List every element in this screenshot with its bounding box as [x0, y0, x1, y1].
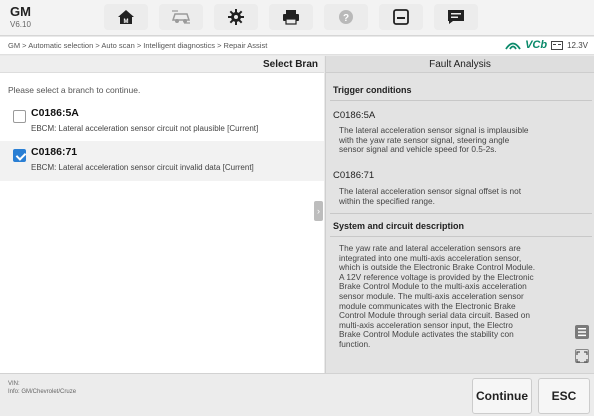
dtc-description: EBCM: Lateral acceleration sensor circui… — [31, 124, 259, 133]
continue-button[interactable]: Continue — [472, 378, 532, 414]
condition-code: C0186:5A — [333, 110, 376, 121]
home-button[interactable]: M — [104, 4, 148, 30]
list-icon[interactable] — [575, 325, 589, 339]
battery-voltage: 12.3V — [567, 40, 588, 50]
help-button[interactable]: ? — [324, 4, 368, 30]
condition-code: C0186:71 — [333, 170, 375, 181]
car-icon — [171, 10, 191, 24]
branch-checkbox[interactable] — [13, 149, 26, 162]
printer-icon — [283, 10, 299, 25]
save-icon — [393, 9, 409, 25]
branch-item[interactable]: C0186:71 EBCM: Lateral acceleration sens… — [0, 141, 324, 181]
vehicle-info: VIN: Info: GM/Chevrolet/Cruze — [8, 380, 76, 396]
app-version: V6.10 — [10, 20, 31, 29]
vin-label: VIN: — [8, 381, 20, 387]
vehicle-info-text: Info: GM/Chevrolet/Cruze — [8, 389, 77, 395]
fault-analysis-panel: Fault Analysis Trigger conditions C0186:… — [325, 56, 594, 373]
app-name: GM — [10, 4, 31, 19]
branch-panel-title: Select Bran — [262, 59, 318, 70]
help-icon: ? — [339, 10, 353, 24]
branch-panel: Select Bran Please select a branch to co… — [0, 56, 324, 373]
connection-status: VCb 12.3V — [505, 39, 588, 51]
branch-item[interactable]: C0186:5A EBCM: Lateral acceleration sens… — [0, 102, 324, 142]
svg-text:M: M — [124, 19, 129, 25]
dtc-code: C0186:71 — [31, 146, 78, 158]
fullscreen-icon[interactable] — [575, 349, 589, 363]
branch-panel-header: Select Bran — [0, 56, 324, 73]
vehicle-swap-button[interactable] — [159, 4, 203, 30]
branch-checkbox[interactable] — [13, 110, 26, 123]
divider — [330, 236, 592, 237]
divider — [330, 100, 592, 101]
breadcrumb: GM > Automatic selection > Auto scan > I… — [8, 41, 268, 50]
brand: GM V6.10 — [10, 5, 31, 30]
bottom-bar: VIN: Info: GM/Chevrolet/Cruze Continue E… — [0, 373, 594, 416]
settings-button[interactable] — [214, 4, 258, 30]
divider — [330, 213, 592, 214]
breadcrumb-bar: GM > Automatic selection > Auto scan > I… — [0, 37, 594, 55]
signal-icon — [505, 42, 521, 50]
gear-icon — [228, 9, 244, 25]
battery-icon — [551, 40, 564, 50]
esc-button[interactable]: ESC — [538, 378, 590, 414]
condition-text: The lateral acceleration sensor signal o… — [339, 186, 522, 206]
print-button[interactable] — [269, 4, 313, 30]
save-button[interactable] — [379, 4, 423, 30]
condition-text: The lateral acceleration sensor signal i… — [339, 125, 529, 155]
dtc-description: EBCM: Lateral acceleration sensor circui… — [31, 163, 254, 172]
home-icon: M — [118, 10, 134, 25]
branch-prompt: Please select a branch to continue. — [8, 85, 141, 95]
vcb-logo: VCb — [525, 39, 548, 51]
messages-button[interactable] — [434, 4, 478, 30]
trigger-conditions-title: Trigger conditions — [333, 85, 412, 95]
chat-icon — [448, 10, 464, 24]
system-description-text: The yaw rate and lateral acceleration se… — [339, 243, 535, 349]
system-description-title: System and circuit description — [333, 221, 465, 231]
panel-collapse-handle[interactable]: › — [314, 201, 323, 221]
fault-analysis-title: Fault Analysis — [326, 56, 594, 73]
svg-text:?: ? — [343, 13, 349, 24]
dtc-code: C0186:5A — [31, 107, 79, 119]
top-toolbar: GM V6.10 M ? — [0, 0, 594, 36]
